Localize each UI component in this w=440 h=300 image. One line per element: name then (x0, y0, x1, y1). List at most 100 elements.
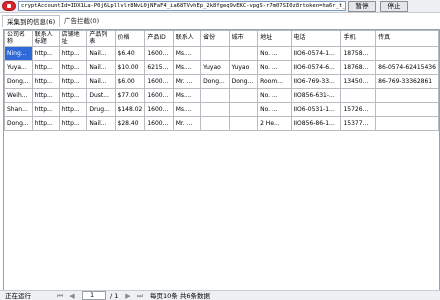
table-cell[interactable]: Ms.... (172, 88, 202, 103)
column-header[interactable]: 传真 (375, 30, 439, 47)
table-cell[interactable]: Dust... (86, 88, 116, 103)
table-cell[interactable]: 2 He... (257, 116, 292, 131)
table-cell[interactable] (340, 88, 377, 103)
table-cell[interactable]: No. ... (257, 60, 292, 75)
table-cell[interactable]: Ms.... (172, 102, 202, 117)
table-cell[interactable]: Weih... (4, 88, 33, 103)
page-number-input[interactable]: 1 (82, 291, 106, 300)
table-cell[interactable]: Nail... (86, 116, 116, 131)
table-cell[interactable]: IIO6-0574-1... (290, 46, 342, 61)
tab-collected-info[interactable]: 采集到的信息(6) (2, 15, 61, 27)
column-header[interactable]: 店铺地址 (58, 30, 88, 47)
table-cell[interactable]: http... (31, 102, 60, 117)
table-cell[interactable]: No. ... (257, 88, 292, 103)
table-cell[interactable]: Nail... (86, 60, 116, 75)
table-cell[interactable]: 15726... (340, 102, 377, 117)
table-cell[interactable]: Mr. ... (172, 74, 202, 89)
column-header[interactable]: 联系人 (172, 30, 202, 47)
table-cell[interactable]: 86-0574-62415436 (375, 60, 439, 75)
table-cell[interactable]: http... (58, 46, 88, 61)
stop-button[interactable]: 停止 (380, 1, 408, 12)
table-cell[interactable]: IIO856-631-... (290, 88, 342, 103)
table-cell[interactable]: No. ... (257, 102, 292, 117)
table-cell[interactable]: http... (58, 102, 88, 117)
table-cell[interactable] (375, 88, 439, 103)
table-cell[interactable]: IIO6-769-33... (290, 74, 342, 89)
table-cell[interactable]: 1600... (144, 102, 174, 117)
column-header[interactable]: 城市 (228, 30, 259, 47)
table-cell[interactable]: Ms.... (172, 60, 202, 75)
table-cell[interactable]: $10.00 (114, 60, 146, 75)
table-cell[interactable]: http... (31, 74, 60, 89)
column-header[interactable]: 省份 (200, 30, 230, 47)
table-cell[interactable]: http... (31, 116, 60, 131)
table-cell[interactable]: Dong... (228, 74, 259, 89)
table-cell[interactable]: $28.40 (114, 116, 146, 131)
table-row[interactable]: Yuya... http... http... Nail... $10.00 6215..… (4, 60, 439, 75)
table-cell[interactable]: No. ... (257, 46, 292, 61)
table-cell[interactable]: $6.40 (114, 46, 146, 61)
last-page-icon[interactable]: ⏭ (136, 292, 144, 300)
prev-page-icon[interactable]: ◀ (68, 292, 76, 300)
stop-circle-icon[interactable] (2, 1, 16, 11)
table-cell[interactable]: Ning... (4, 46, 33, 61)
table-cell[interactable]: 13450... (340, 74, 377, 89)
table-cell[interactable]: Nail... (86, 74, 116, 89)
table-cell[interactable]: 15377... (340, 116, 377, 131)
first-page-icon[interactable]: ⏮ (56, 292, 64, 300)
table-cell[interactable]: $6.00 (114, 74, 146, 89)
table-cell[interactable]: 1600... (144, 116, 174, 131)
table-row[interactable]: Ning... http... http... Nail... $6.40 1600...… (4, 46, 439, 61)
table-cell[interactable]: Room... (257, 74, 292, 89)
table-cell[interactable] (200, 88, 230, 103)
table-cell[interactable]: $77.00 (114, 88, 146, 103)
table-cell[interactable]: Dong... (4, 116, 33, 131)
table-cell[interactable]: IIO856-86-1... (290, 116, 342, 131)
table-cell[interactable]: http... (31, 46, 60, 61)
table-row[interactable]: Shan... http... http... Drug... $148.02 1600.… (4, 102, 439, 117)
table-cell[interactable]: 86-769-33362861 (375, 74, 439, 89)
table-row[interactable]: Dong... http... http... Nail... $28.40 1600..… (4, 116, 439, 131)
table-cell[interactable] (228, 88, 259, 103)
column-header[interactable]: 电话 (290, 30, 342, 47)
url-input[interactable]: cryptAccountId=IDX1La-P0j6Lpllvlr8NvL0jN… (18, 1, 346, 11)
table-cell[interactable] (375, 116, 439, 131)
table-cell[interactable]: 6215... (144, 60, 174, 75)
table-cell[interactable]: IIO6-0531-1... (290, 102, 342, 117)
table-cell[interactable]: http... (31, 60, 60, 75)
column-header[interactable]: 地址 (257, 30, 292, 47)
column-header[interactable]: 价格 (114, 30, 146, 47)
table-row[interactable]: Weih... http... http... Dust... $77.00 1600..… (4, 88, 439, 103)
table-cell[interactable] (228, 116, 259, 131)
table-cell[interactable]: 1600... (144, 88, 174, 103)
table-cell[interactable]: Drug... (86, 102, 116, 117)
table-cell[interactable] (375, 102, 439, 117)
next-page-icon[interactable]: ▶ (124, 292, 132, 300)
table-cell[interactable] (200, 116, 230, 131)
table-cell[interactable]: http... (58, 74, 88, 89)
table-cell[interactable]: $148.02 (114, 102, 146, 117)
column-header[interactable]: 公司名称 (4, 30, 33, 47)
table-cell[interactable]: 18758... (340, 46, 377, 61)
table-cell[interactable]: http... (58, 60, 88, 75)
table-cell[interactable]: 1600... (144, 74, 174, 89)
table-cell[interactable]: 1600... (144, 46, 174, 61)
table-cell[interactable]: Nail... (86, 46, 116, 61)
table-cell[interactable]: Yuyao (200, 60, 230, 75)
tab-ad-block[interactable]: 广告拦截(0) (60, 15, 103, 27)
table-cell[interactable]: Dong... (4, 74, 33, 89)
table-cell[interactable]: IIO6-0574-6... (290, 60, 342, 75)
column-header[interactable]: 产品ID (144, 30, 174, 47)
table-cell[interactable]: Mr. ... (172, 116, 202, 131)
table-cell[interactable] (200, 46, 230, 61)
table-cell[interactable]: Dong... (200, 74, 230, 89)
table-cell[interactable]: 18768... (340, 60, 377, 75)
column-header[interactable]: 产品列表 (86, 30, 116, 47)
table-cell[interactable]: Yuyao (228, 60, 259, 75)
table-cell[interactable]: http... (58, 116, 88, 131)
table-cell[interactable]: Shan... (4, 102, 33, 117)
table-cell[interactable] (375, 46, 439, 61)
pause-button[interactable]: 暂停 (348, 1, 376, 12)
table-cell[interactable] (228, 102, 259, 117)
data-grid[interactable]: 公司名称 联系人标题 店铺地址 产品列表 价格 产品ID 联系人 省份 城市 地址 电话 手机 传真 N… (3, 29, 440, 292)
